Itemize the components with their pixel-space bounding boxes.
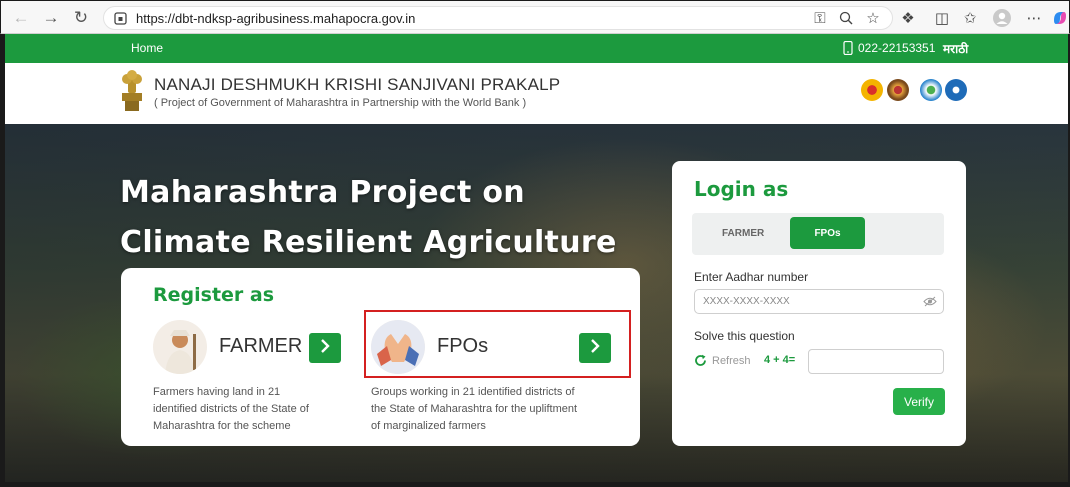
hero-title-line2: Climate Resilient Agriculture <box>120 225 617 260</box>
fpo-desc-line: Groups working in 21 identified district… <box>371 386 575 398</box>
fpo-highlight-box <box>364 310 631 378</box>
site-title: NANAJI DESHMUKH KRISHI SANJIVANI PRAKALP <box>154 75 561 94</box>
login-card: Login as FARMER FPOs Enter Aadhar number… <box>672 161 966 446</box>
browser-toolbar: ← → ↻ https://dbt-ndksp-agribusiness.mah… <box>0 0 1070 34</box>
fpo-desc-line: of marginalized farmers <box>371 420 486 432</box>
top-navigation: Home 022-22153351 मराठी <box>5 34 1068 63</box>
partner-logo-3-icon <box>920 79 942 101</box>
site-subtitle: ( Project of Government of Maharashtra i… <box>154 97 527 109</box>
world-bank-logo-icon <box>945 79 967 101</box>
login-title: Login as <box>694 177 789 201</box>
more-icon[interactable]: ⋯ <box>1023 8 1045 28</box>
farmer-avatar-icon <box>153 320 207 374</box>
nav-home-link[interactable]: Home <box>131 41 163 55</box>
verify-button[interactable]: Verify <box>893 388 945 415</box>
farmer-desc-line: identified districts of the State of <box>153 403 309 415</box>
refresh-icon[interactable]: ↻ <box>67 4 95 32</box>
hero-title-line1: Maharashtra Project on <box>120 175 525 210</box>
captcha-question: 4 + 4= <box>764 354 796 366</box>
split-screen-icon[interactable]: ◫ <box>931 8 953 28</box>
register-farmer-option[interactable]: FARMER <box>153 318 353 378</box>
site-header: NANAJI DESHMUKH KRISHI SANJIVANI PRAKALP… <box>5 63 1068 124</box>
favorite-icon[interactable]: ☆ <box>862 8 884 28</box>
register-farmer-description: Farmers having land in 21 identified dis… <box>153 384 309 435</box>
farmer-desc-line: Farmers having land in 21 <box>153 386 281 398</box>
refresh-captcha-button[interactable]: Refresh <box>694 354 751 367</box>
site-info-icon[interactable] <box>114 11 128 25</box>
chevron-right-icon <box>319 338 331 358</box>
phone-icon <box>843 41 853 55</box>
show-password-icon[interactable] <box>923 296 937 307</box>
screenshot-frame-left <box>0 34 5 487</box>
register-title: Register as <box>153 284 275 306</box>
aadhar-placeholder: XXXX-XXXX-XXXX <box>703 296 790 307</box>
question-label: Solve this question <box>694 329 795 343</box>
tab-fpos[interactable]: FPOs <box>790 217 865 249</box>
refresh-captcha-icon <box>695 354 706 366</box>
phone-number: 022-22153351 <box>858 41 936 55</box>
hero-title: Maharashtra Project on Climate Resilient… <box>120 168 617 268</box>
zoom-icon[interactable] <box>835 8 857 28</box>
captcha-answer-input[interactable] <box>808 349 944 374</box>
register-farmer-label: FARMER <box>219 335 303 357</box>
aadhar-input[interactable]: XXXX-XXXX-XXXX <box>694 289 944 314</box>
language-toggle[interactable]: मराठी <box>943 40 968 57</box>
register-fpo-description: Groups working in 21 identified district… <box>371 384 577 435</box>
favorites-icon[interactable]: ✩ <box>959 8 981 28</box>
state-emblem-icon <box>122 70 142 111</box>
login-type-tabs: FARMER FPOs <box>692 213 944 255</box>
fpo-desc-line: the State of Maharashtra for the upliftm… <box>371 403 578 415</box>
partner-logo-2-icon <box>887 79 909 101</box>
forward-icon[interactable]: → <box>37 4 65 32</box>
url-text: https://dbt-ndksp-agribusiness.mahapocra… <box>136 10 416 26</box>
copilot-icon[interactable] <box>1049 8 1070 28</box>
farmer-desc-line: Maharashtra for the scheme <box>153 420 291 432</box>
extensions-icon[interactable]: ❖ <box>897 8 919 28</box>
back-icon[interactable]: ← <box>7 4 35 32</box>
helpline: 022-22153351 <box>843 41 935 55</box>
refresh-label: Refresh <box>712 354 751 367</box>
address-bar[interactable]: https://dbt-ndksp-agribusiness.mahapocra… <box>103 6 893 30</box>
register-farmer-button[interactable] <box>309 333 341 363</box>
partner-logo-1-icon <box>861 79 883 101</box>
aadhar-label: Enter Aadhar number <box>694 270 809 284</box>
tab-farmer[interactable]: FARMER <box>722 228 764 239</box>
profile-icon[interactable] <box>991 8 1013 28</box>
screenshot-frame-bottom <box>0 482 1070 487</box>
key-icon[interactable]: ⚿ <box>809 8 831 28</box>
